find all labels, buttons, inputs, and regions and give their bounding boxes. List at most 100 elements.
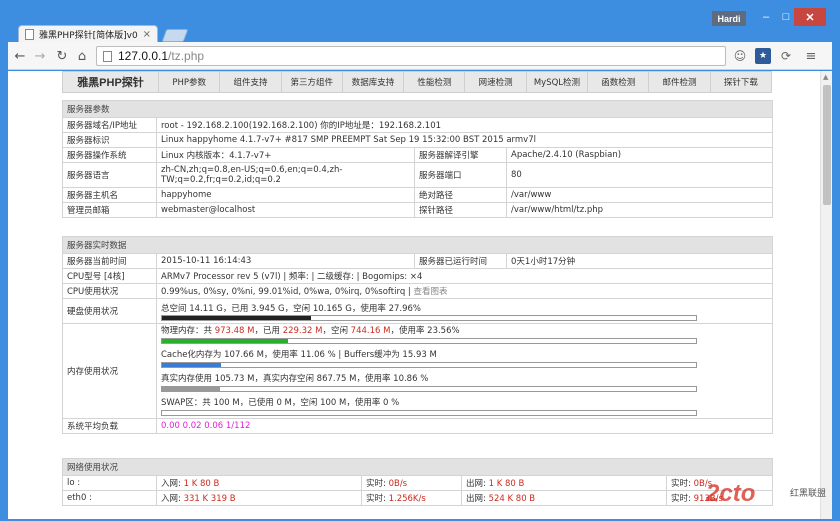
server-params-table: 服务器参数 服务器域名/IP地址 root - 192.168.2.100(19… (61, 100, 774, 218)
disk-usage-bar (161, 314, 697, 321)
address-bar[interactable]: 127.0.0.1/tz.php (96, 46, 726, 66)
net-out: 出网: 524 K 80 B (461, 490, 667, 506)
scroll-thumb[interactable] (823, 85, 831, 205)
net-in: 入网: 1 K 80 B (156, 475, 362, 491)
row-label: 服务器当前时间 (62, 253, 157, 269)
browser-tab[interactable]: 雅黑PHP探针[简体版]v0.4 × (18, 25, 158, 43)
home-icon[interactable]: ⌂ (74, 48, 90, 64)
row-value: root - 192.168.2.100(192.168.2.100) 你的IP… (155, 117, 774, 133)
row-value: /var/www (505, 187, 774, 203)
net-in-rate: 实时: 1.256K/s (361, 490, 462, 506)
table-row: eth0 : 入网: 331 K 319 B 实时: 1.256K/s 出网: … (62, 490, 774, 506)
user-profile-badge[interactable]: Hardi (712, 11, 746, 26)
page-icon (25, 29, 34, 40)
forward-arrow-icon[interactable]: → (32, 48, 48, 64)
row-value: Apache/2.4.10 (Raspbian) (505, 147, 774, 163)
nav-functions[interactable]: 函数检测 (588, 72, 650, 92)
system-load: 0.00 0.02 0.06 1/112 (155, 418, 774, 434)
row-label: 服务器语言 (62, 162, 157, 188)
nav-mysql[interactable]: MySQL检测 (527, 72, 589, 92)
disk-usage-fill (162, 315, 312, 320)
row-label: 系统平均负载 (62, 418, 157, 434)
page-viewport: 雅黑PHP探针 PHP参数 组件支持 第三方组件 数据库支持 性能检测 网速检测… (8, 71, 820, 519)
physical-memory-text: 物理内存：共 973.48 M，已用 229.32 M，空闲 744.16 M，… (161, 326, 460, 336)
net-out-rate: 实时: 0B/s (665, 475, 774, 491)
real-memory-fill (162, 387, 220, 391)
net-in-rate: 实时: 0B/s (361, 475, 462, 491)
net-out: 出网: 1 K 80 B (461, 475, 667, 491)
browser-toolbar: ← → ↻ ⌂ 127.0.0.1/tz.php ☺ ★ ⟳ ≡ (8, 42, 832, 70)
page-icon (103, 50, 112, 62)
new-tab-button[interactable] (161, 29, 189, 42)
row-label: 管理员邮箱 (62, 202, 157, 218)
section-title: 网络使用状况 (61, 458, 774, 476)
network-table: 网络使用状况 lo : 入网: 1 K 80 B 实时: 0B/s 出网: 1 … (61, 458, 774, 506)
nav-components[interactable]: 组件支持 (220, 72, 282, 92)
cpu-chart-link[interactable]: 查看图表 (414, 287, 448, 297)
realtime-data-table: 服务器实时数据 服务器当前时间 2015-10-11 16:14:43 服务器已… (61, 236, 774, 434)
disk-usage: 总空间 14.11 G，已用 3.945 G，空闲 10.165 G，使用率 2… (155, 298, 774, 324)
row-label: 硬盘使用状况 (62, 298, 157, 324)
row-label: CPU使用状况 (62, 283, 157, 299)
memory-usage: 物理内存：共 973.48 M，已用 229.32 M，空闲 744.16 M，… (155, 323, 774, 419)
sync-icon[interactable]: ⟳ (778, 48, 794, 64)
close-window-button[interactable]: ✕ (794, 8, 826, 26)
server-uptime: 0天1小时17分钟 (505, 253, 774, 269)
nav-download[interactable]: 探针下载 (711, 72, 771, 92)
row-value: happyhome (156, 187, 415, 203)
swap-memory-text: SWAP区：共 100 M，已使用 0 M，空闲 100 M，使用率 0 % (161, 398, 400, 408)
cache-memory-text: Cache化内存为 107.66 M，使用率 11.06 % | Buffers… (161, 350, 437, 360)
real-memory-bar (161, 386, 697, 392)
real-memory-text: 真实内存使用 105.73 M，真实内存空闲 867.75 M，使用率 10.8… (161, 374, 429, 384)
row-label: 内存使用状况 (62, 323, 157, 419)
row-label: 探针路径 (414, 202, 507, 218)
row-value: Linux 内核版本：4.1.7-v7+ (156, 147, 415, 163)
back-arrow-icon[interactable]: ← (12, 48, 28, 64)
row-label: 服务器主机名 (62, 187, 157, 203)
cache-memory-bar (161, 362, 697, 368)
title-bar: 雅黑PHP探针[简体版]v0.4 × Hardi – □ ✕ (0, 0, 840, 43)
vertical-scrollbar[interactable]: ▲ (820, 71, 832, 519)
row-label: 绝对路径 (414, 187, 507, 203)
section-title: 服务器实时数据 (61, 236, 774, 254)
nav-php-params[interactable]: PHP参数 (159, 72, 221, 92)
physical-memory-fill (162, 339, 288, 343)
interface-name: lo : (62, 475, 157, 491)
nav-performance[interactable]: 性能检测 (404, 72, 466, 92)
cpu-model: ARMv7 Processor rev 5 (v7l) | 频率: | 二级缓存… (155, 268, 774, 284)
row-label: 服务器标识 (62, 132, 157, 148)
bookmark-star-icon[interactable]: ★ (755, 48, 771, 64)
physical-memory-bar (161, 338, 697, 344)
row-value: 80 (505, 162, 774, 188)
tab-title: 雅黑PHP探针[简体版]v0.4 (39, 31, 138, 41)
row-value: /var/www/html/tz.php (505, 202, 774, 218)
swap-memory-bar (161, 410, 697, 416)
probe-brand[interactable]: 雅黑PHP探针 (63, 72, 159, 92)
nav-mail[interactable]: 邮件检测 (649, 72, 711, 92)
nav-third-party[interactable]: 第三方组件 (282, 72, 343, 92)
row-label: 服务器端口 (414, 162, 507, 188)
reload-icon[interactable]: ↻ (54, 48, 70, 64)
table-row: lo : 入网: 1 K 80 B 实时: 0B/s 出网: 1 K 80 B … (62, 475, 774, 491)
row-value: webmaster@localhost (156, 202, 415, 218)
nav-database[interactable]: 数据库支持 (343, 72, 405, 92)
tab-close-icon[interactable]: × (143, 29, 151, 40)
row-label: 服务器已运行时间 (414, 253, 507, 269)
extension-icon[interactable]: ☺ (732, 48, 748, 64)
nav-network-speed[interactable]: 网速检测 (465, 72, 527, 92)
net-out-rate: 实时: 913B/s (665, 490, 774, 506)
section-title: 服务器参数 (61, 100, 774, 118)
row-value: zh-CN,zh;q=0.8,en-US;q=0.6,en;q=0.4,zh-T… (156, 162, 415, 188)
server-time: 2015-10-11 16:14:43 (156, 253, 415, 269)
scroll-up-icon[interactable]: ▲ (823, 73, 828, 81)
menu-icon[interactable]: ≡ (803, 48, 819, 64)
probe-top-nav: 雅黑PHP探针 PHP参数 组件支持 第三方组件 数据库支持 性能检测 网速检测… (62, 71, 772, 93)
row-label: 服务器域名/IP地址 (62, 117, 157, 133)
row-label: CPU型号 [4核] (62, 268, 157, 284)
cpu-usage: 0.99%us, 0%sy, 0%ni, 99.01%id, 0%wa, 0%i… (155, 283, 774, 299)
row-label: 服务器操作系统 (62, 147, 157, 163)
row-value: Linux happyhome 4.1.7-v7+ #817 SMP PREEM… (155, 132, 774, 148)
cache-memory-fill (162, 363, 222, 367)
url-text: 127.0.0.1/tz.php (118, 49, 205, 63)
net-in: 入网: 331 K 319 B (156, 490, 362, 506)
